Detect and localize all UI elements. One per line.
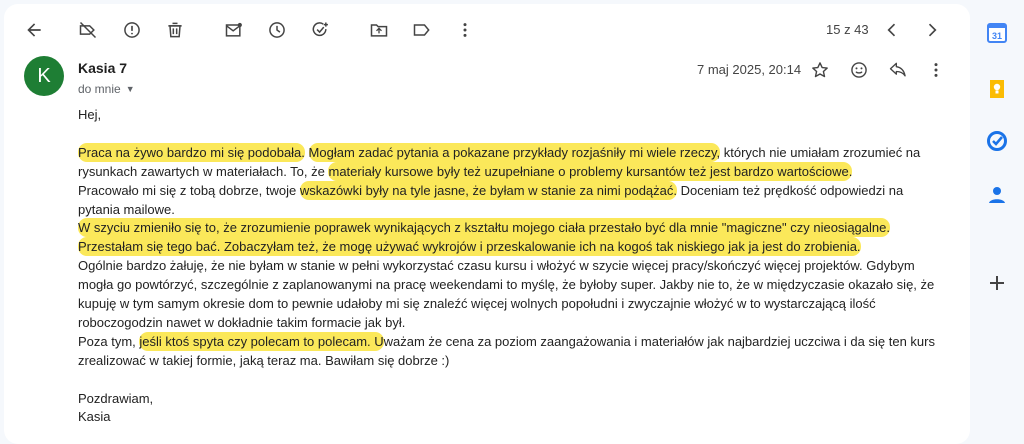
more-icon[interactable] [451,16,479,44]
emoji-icon[interactable] [845,56,873,84]
highlighted-text: Praca na żywo bardzo mi się podobała. [78,142,305,162]
snooze-icon[interactable] [263,16,291,44]
highlighted-text: W szyciu zmieniło się to, że zrozumienie… [78,218,890,257]
move-to-icon[interactable] [365,16,393,44]
email-body: Hej, Praca na żywo bardzo mi się podobał… [78,106,946,427]
label-off-icon[interactable] [74,16,102,44]
greeting: Hej, [78,107,102,122]
text-segment: Ogólnie bardzo żałuję, że nie byłam w st… [78,258,935,330]
add-task-icon[interactable] [306,16,334,44]
email-panel: 15 z 43 K Kasia 7 do mnie ▼ 7 maj 2025, 2… [4,4,970,444]
highlighted-text: materiały kursowe były też uzupełniane o… [328,161,853,181]
highlighted-text: jeśli ktoś spyta czy polecam to polecam.… [139,331,384,351]
email-date: 7 maj 2025, 20:14 [697,62,802,77]
label-icon[interactable] [408,16,436,44]
closing: Pozdrawiam, [78,390,154,406]
highlighted-text: Mogłam zadać pytania a pokazane przykład… [308,142,721,162]
paragraph: W szyciu zmieniło się to, że zrozumienie… [78,218,946,257]
highlighted-text: wskazówki były na tyle jasne, że byłam w… [299,180,677,200]
report-spam-icon[interactable] [118,16,146,44]
paragraph: Praca na żywo bardzo mi się podobała. Mo… [78,142,946,182]
paragraph: Poza tym, jeśli ktoś spyta czy polecam t… [78,331,946,371]
delete-icon[interactable] [161,16,189,44]
recipient-label: do mnie [78,82,121,96]
prev-icon[interactable] [878,16,906,44]
caret-down-icon: ▼ [125,84,135,94]
message-counter: 15 z 43 [826,22,869,37]
calendar-icon[interactable]: 31 [982,18,1012,48]
svg-text:31: 31 [992,31,1002,41]
back-arrow-icon[interactable] [20,16,48,44]
paragraph: Ogólnie bardzo żałuję, że nie byłam w st… [78,257,946,333]
avatar[interactable]: K [24,56,64,96]
text-segment: Pracowało mi się z tobą dobrze, twoje [78,182,300,198]
tasks-icon[interactable] [982,126,1012,156]
add-icon[interactable] [982,268,1012,298]
next-icon[interactable] [918,16,946,44]
side-panel: 31 [970,0,1024,436]
mark-unread-icon[interactable] [220,16,248,44]
contacts-icon[interactable] [982,180,1012,210]
keep-icon[interactable] [982,74,1012,104]
signature: Kasia [78,409,111,425]
sender-name: Kasia 7 [78,60,128,76]
more-options-icon[interactable] [922,56,950,84]
toolbar: 15 z 43 [4,4,970,56]
text-segment [305,145,309,160]
text-segment: Poza tym, [78,333,140,349]
recipient-dropdown[interactable]: do mnie ▼ [78,82,135,96]
reply-icon[interactable] [884,56,912,84]
paragraph: Pracowało mi się z tobą dobrze, twoje ws… [78,180,946,220]
star-icon[interactable] [806,56,834,84]
